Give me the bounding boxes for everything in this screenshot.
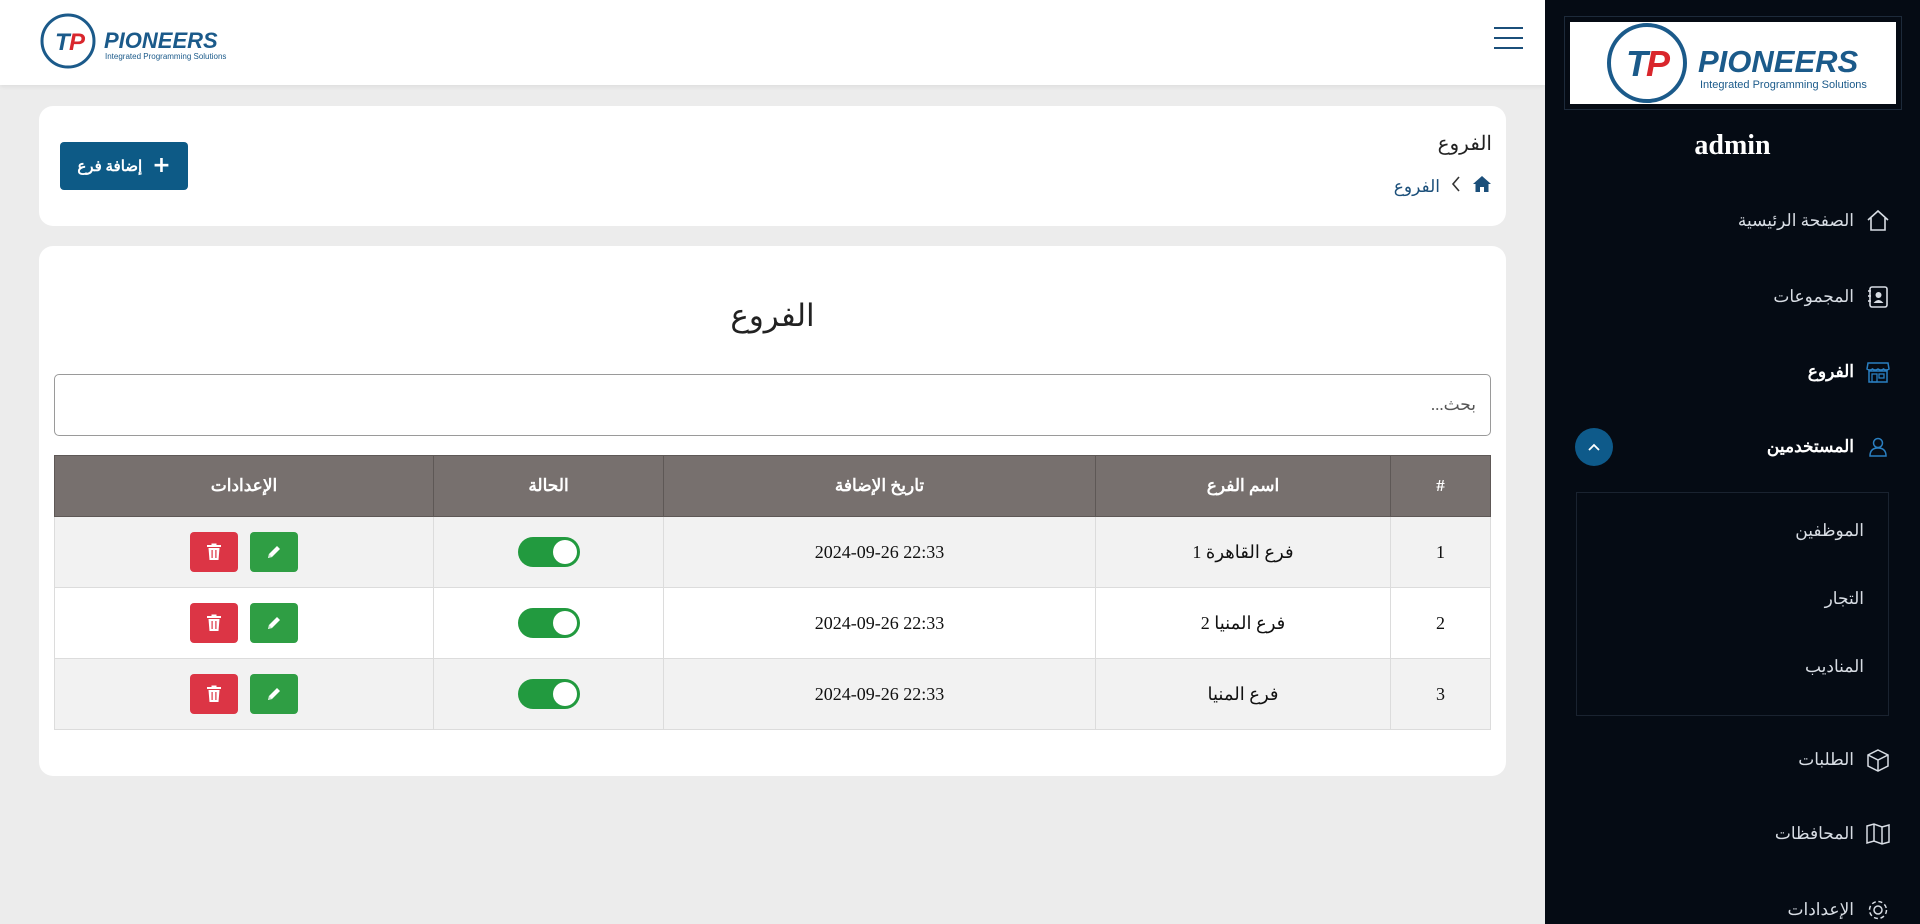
sidebar-logo[interactable]: T P PIONEERS Integrated Programming Solu… xyxy=(1564,16,1902,110)
chevron-left-icon xyxy=(1450,175,1462,198)
row-actions xyxy=(54,587,434,659)
row-date: 2024-09-26 22:33 xyxy=(663,658,1096,730)
col-settings[interactable]: الإعدادات xyxy=(54,455,434,517)
sidebar-item-users[interactable]: المستخدمين xyxy=(1767,429,1892,465)
pencil-icon xyxy=(268,688,280,700)
plus-icon: + xyxy=(152,153,171,178)
svg-text:Integrated Programming Solutio: Integrated Programming Solutions xyxy=(1700,79,1867,91)
table-row: 1 فرع القاهرة 1 2024-09-26 22:33 xyxy=(54,516,1491,588)
user-icon xyxy=(1864,433,1892,461)
svg-text:P: P xyxy=(69,29,86,56)
trash-icon xyxy=(207,685,221,702)
branches-card: الفروع # اسم الفرع تاريخ الإضافة الحالة … xyxy=(39,246,1506,776)
users-submenu: الموظفين التجار المناديب xyxy=(1576,492,1889,716)
trash-icon xyxy=(207,543,221,560)
row-actions xyxy=(54,516,434,588)
pioneers-logo[interactable]: T P PIONEERS Integrated Programming Solu… xyxy=(38,10,230,72)
branches-table: # اسم الفرع تاريخ الإضافة الحالة الإعداد… xyxy=(54,455,1491,730)
table-row: 3 فرع المنيا 2024-09-26 22:33 xyxy=(54,658,1491,730)
search-input[interactable] xyxy=(54,374,1491,436)
row-status xyxy=(433,516,664,588)
row-number: 1 xyxy=(1390,516,1491,588)
sidebar-item-label: المحافظات xyxy=(1774,824,1854,843)
submenu-item-merchants[interactable]: التجار xyxy=(1825,589,1864,609)
sidebar-item-groups[interactable]: المجموعات xyxy=(1773,279,1892,315)
pencil-icon xyxy=(268,617,280,629)
page-title: الفروع xyxy=(1437,133,1492,155)
row-date: 2024-09-26 22:33 xyxy=(663,516,1096,588)
delete-button[interactable] xyxy=(190,603,238,643)
row-branch-name: فرع المنيا 2 xyxy=(1095,587,1391,659)
submenu-item-employees[interactable]: الموظفين xyxy=(1795,521,1864,541)
map-icon xyxy=(1864,820,1892,848)
pencil-icon xyxy=(268,546,280,558)
col-date-added[interactable]: تاريخ الإضافة xyxy=(663,455,1096,517)
top-bar: T P PIONEERS Integrated Programming Solu… xyxy=(0,0,1545,85)
sidebar-item-label: المجموعات xyxy=(1773,287,1854,306)
col-number[interactable]: # xyxy=(1390,455,1491,517)
svg-text:P: P xyxy=(1646,43,1671,84)
sidebar-item-governorates[interactable]: المحافظات xyxy=(1775,816,1892,852)
edit-button[interactable] xyxy=(250,674,298,714)
svg-text:PIONEERS: PIONEERS xyxy=(104,28,218,53)
page-header: الفروع الفروع + إضافة فرع xyxy=(39,106,1506,226)
status-toggle[interactable] xyxy=(517,537,580,567)
chevron-up-icon xyxy=(1588,443,1600,451)
add-branch-label: إضافة فرع xyxy=(77,158,143,175)
box-icon xyxy=(1864,746,1892,774)
sidebar-item-branches[interactable]: الفروع xyxy=(1808,354,1892,390)
row-number: 2 xyxy=(1390,587,1491,659)
edit-button[interactable] xyxy=(250,603,298,643)
col-status[interactable]: الحالة xyxy=(433,455,664,517)
sidebar-item-settings[interactable]: الإعدادات xyxy=(1787,892,1892,924)
sidebar-item-label: الصفحة الرئيسية xyxy=(1737,211,1854,230)
row-date: 2024-09-26 22:33 xyxy=(663,587,1096,659)
sidebar-item-label: المستخدمين xyxy=(1766,437,1854,456)
sidebar-username: admin xyxy=(1694,130,1771,161)
sidebar-item-home[interactable]: الصفحة الرئيسية xyxy=(1738,203,1892,239)
row-branch-name: فرع القاهرة 1 xyxy=(1095,516,1391,588)
status-toggle[interactable] xyxy=(517,679,580,709)
row-number: 3 xyxy=(1390,658,1491,730)
svg-text:Integrated Programming Solutio: Integrated Programming Solutions xyxy=(105,52,226,61)
row-status xyxy=(433,658,664,730)
row-actions xyxy=(54,658,434,730)
submenu-item-delegates[interactable]: المناديب xyxy=(1805,657,1864,677)
col-branch-name[interactable]: اسم الفرع xyxy=(1095,455,1391,517)
sidebar: T P PIONEERS Integrated Programming Solu… xyxy=(1545,0,1920,924)
section-title: الفروع xyxy=(730,298,815,333)
svg-text:PIONEERS: PIONEERS xyxy=(1698,44,1859,79)
delete-button[interactable] xyxy=(190,674,238,714)
row-status xyxy=(433,587,664,659)
sidebar-item-label: الطلبات xyxy=(1798,750,1854,769)
table-header-row: # اسم الفرع تاريخ الإضافة الحالة الإعداد… xyxy=(54,455,1491,517)
breadcrumb: الفروع xyxy=(1394,174,1492,199)
users-collapse-button[interactable] xyxy=(1575,428,1613,466)
add-branch-button[interactable]: + إضافة فرع xyxy=(60,142,188,190)
row-branch-name: فرع المنيا xyxy=(1095,658,1391,730)
contact-book-icon xyxy=(1864,283,1892,311)
delete-button[interactable] xyxy=(190,532,238,572)
breadcrumb-current[interactable]: الفروع xyxy=(1394,177,1440,197)
sidebar-item-label: الفروع xyxy=(1807,362,1854,381)
menu-toggle-icon[interactable] xyxy=(1494,27,1523,51)
sidebar-item-orders[interactable]: الطلبات xyxy=(1798,742,1892,778)
table-row: 2 فرع المنيا 2 2024-09-26 22:33 xyxy=(54,587,1491,659)
home-icon xyxy=(1864,207,1892,235)
shop-icon xyxy=(1864,358,1892,386)
home-icon[interactable] xyxy=(1472,174,1492,199)
edit-button[interactable] xyxy=(250,532,298,572)
trash-icon xyxy=(207,614,221,631)
gear-icon xyxy=(1864,896,1892,924)
sidebar-item-label: الإعدادات xyxy=(1787,900,1854,919)
status-toggle[interactable] xyxy=(517,608,580,638)
